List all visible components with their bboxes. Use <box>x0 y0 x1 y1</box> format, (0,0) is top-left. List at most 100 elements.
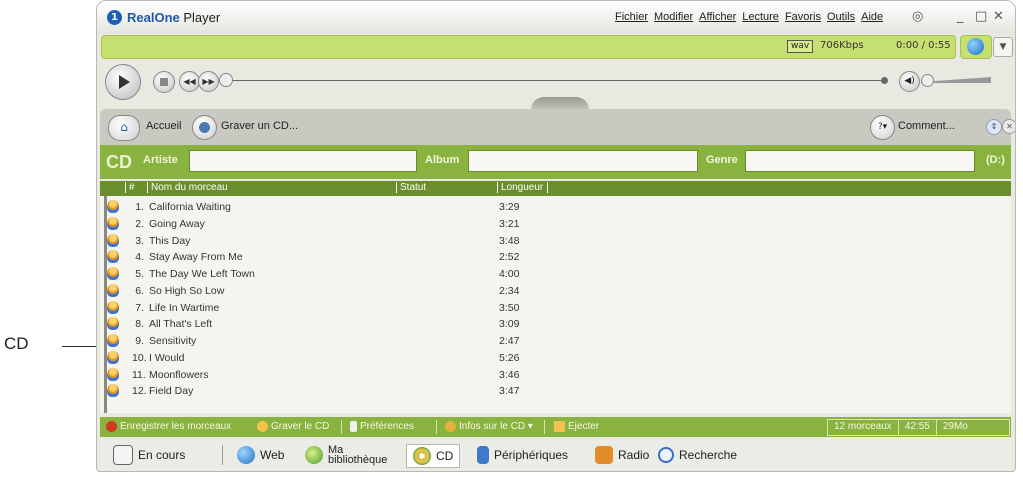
previous-icon[interactable]: ◀◀ <box>179 71 200 92</box>
track-cd-icon <box>107 367 119 381</box>
menu-lecture[interactable]: Lecture <box>742 11 779 23</box>
total-size: 29Mo <box>942 421 968 432</box>
column-status[interactable]: Statut <box>396 182 426 193</box>
tab-library[interactable]: Ma bibliothèque <box>305 444 387 466</box>
cd-info-label: Infos sur le CD ▾ <box>459 421 533 432</box>
table-row[interactable]: 1. California Waiting 3:29 <box>100 199 1011 216</box>
track-cd-icon <box>107 334 119 347</box>
stop-icon[interactable] <box>153 71 175 93</box>
seek-bar[interactable] <box>226 80 881 81</box>
track-cd-icon <box>107 300 119 314</box>
scroll-toggle-icon[interactable]: ⇕ <box>986 119 1002 135</box>
track-duration: 3:21 <box>499 217 520 230</box>
globe-icon <box>237 446 255 464</box>
column-length[interactable]: Longueur <box>497 182 549 193</box>
tab-devices[interactable]: Périphériques <box>477 444 568 466</box>
status-bar: wav 706Kbps 0:00 / 0:55 <box>101 35 956 59</box>
column-name[interactable]: Nom du morceau <box>147 182 228 193</box>
menu-afficher[interactable]: Afficher <box>699 11 736 23</box>
table-row[interactable]: 2. Going Away 3:21 <box>100 216 1011 233</box>
table-row[interactable]: 7. Life In Wartime 3:50 <box>100 300 1011 317</box>
chevron-down-icon[interactable]: ▼ <box>993 37 1013 57</box>
info-icon <box>445 421 456 432</box>
track-cd-icon <box>107 350 119 364</box>
now-playing-icon <box>113 445 133 465</box>
table-row[interactable]: 8. All That's Left 3:09 <box>100 316 1011 333</box>
tab-now-playing[interactable]: En cours <box>113 444 185 466</box>
track-name: So High So Low <box>149 284 225 297</box>
tab-devices-label: Périphériques <box>494 448 569 462</box>
column-number[interactable]: # <box>125 182 135 193</box>
menu-modifier[interactable]: Modifier <box>654 11 693 23</box>
tab-radio[interactable]: Radio <box>595 444 649 466</box>
table-row[interactable]: 12. Field Day 3:47 <box>100 383 1011 400</box>
home-label[interactable]: Accueil <box>146 120 181 132</box>
table-row[interactable]: 11. Moonflowers 3:46 <box>100 367 1011 384</box>
track-duration: 3:50 <box>499 301 520 314</box>
menu-aide[interactable]: Aide <box>861 11 883 23</box>
track-cd-icon <box>107 250 119 264</box>
close-button[interactable]: ✕ <box>993 9 1004 24</box>
menu-favoris[interactable]: Favoris <box>785 11 821 23</box>
home-icon[interactable]: ⌂ <box>108 115 140 141</box>
preferences-icon <box>350 421 357 432</box>
maximize-button[interactable]: □ <box>975 9 987 24</box>
globe-icon <box>967 38 984 55</box>
menu-bar: Fichier Modifier Afficher Lecture Favori… <box>615 11 883 23</box>
browser-button[interactable] <box>960 35 992 59</box>
minimize-button[interactable]: _ <box>957 9 964 24</box>
eject-action[interactable]: Ejecter <box>554 421 599 432</box>
track-number: 1. <box>135 201 144 213</box>
realone-logo-icon: 1 <box>107 10 122 25</box>
next-icon[interactable]: ▶▶ <box>198 71 219 92</box>
close-panel-icon[interactable]: ✕ <box>1002 119 1015 134</box>
menu-outils[interactable]: Outils <box>827 11 855 23</box>
track-list: # Nom du morceau Statut Longueur 1. Calif… <box>100 181 1011 413</box>
table-row[interactable]: 6. So High So Low 2:34 <box>100 283 1011 300</box>
track-number: 2. <box>135 217 144 230</box>
volume-icon[interactable]: ◀) <box>899 71 920 92</box>
seek-handle[interactable] <box>219 73 233 87</box>
burn-cd-action[interactable]: Graver le CD <box>257 421 329 432</box>
tab-cd-label: CD <box>436 449 454 463</box>
app-name: Player <box>183 10 221 25</box>
menu-fichier[interactable]: Fichier <box>615 11 648 23</box>
track-duration: 3:46 <box>499 368 520 381</box>
track-duration: 3:47 <box>499 385 520 398</box>
preferences-action[interactable]: Préférences <box>350 421 414 432</box>
play-icon[interactable] <box>105 64 141 100</box>
tab-search[interactable]: Recherche <box>658 444 737 466</box>
radio-icon <box>595 446 613 464</box>
track-duration: 2:52 <box>499 251 520 264</box>
tab-cd[interactable]: CD <box>406 444 461 468</box>
tab-web[interactable]: Web <box>237 444 284 466</box>
table-row[interactable]: 5. The Day We Left Town 4:00 <box>100 266 1011 283</box>
cd-info-action[interactable]: Infos sur le CD ▾ <box>445 421 533 432</box>
track-list-header: # Nom du morceau Statut Longueur <box>100 181 1011 196</box>
burn-cd-icon[interactable] <box>192 115 217 140</box>
table-row[interactable]: 9. Sensitivity 2:47 <box>100 333 1011 350</box>
mini-mode-icon[interactable]: ◎ <box>912 9 923 24</box>
track-number: 3. <box>135 234 144 247</box>
genre-label: Genre <box>706 154 738 166</box>
transport-controls: ◀◀ ▶▶ ◀) <box>103 63 1008 100</box>
track-number: 4. <box>135 251 144 264</box>
volume-handle[interactable] <box>921 74 934 87</box>
genre-field[interactable] <box>745 150 975 172</box>
cd-summary: 12 morceaux 42:55 29Mo <box>827 419 1010 436</box>
table-row[interactable]: 10. I Would 5:26 <box>100 350 1011 367</box>
artist-field[interactable] <box>189 150 417 172</box>
burn-cd-link[interactable]: Graver un CD... <box>221 120 298 132</box>
table-row[interactable]: 4. Stay Away From Me 2:52 <box>100 249 1011 266</box>
comment-icon[interactable]: ?▾ <box>870 115 895 140</box>
track-number: 12. <box>132 385 147 398</box>
divider <box>436 420 437 434</box>
album-field[interactable] <box>468 150 698 172</box>
comment-link[interactable]: Comment... <box>898 120 955 132</box>
table-row[interactable]: 3. This Day 3:48 <box>100 233 1011 250</box>
tab-library-line2: bibliothèque <box>328 454 388 466</box>
action-bar: Enregistrer les morceaux Graver le CD Pr… <box>100 417 1011 437</box>
record-tracks-action[interactable]: Enregistrer les morceaux <box>106 421 231 432</box>
track-name: This Day <box>149 234 191 247</box>
tab-web-label: Web <box>260 448 285 462</box>
